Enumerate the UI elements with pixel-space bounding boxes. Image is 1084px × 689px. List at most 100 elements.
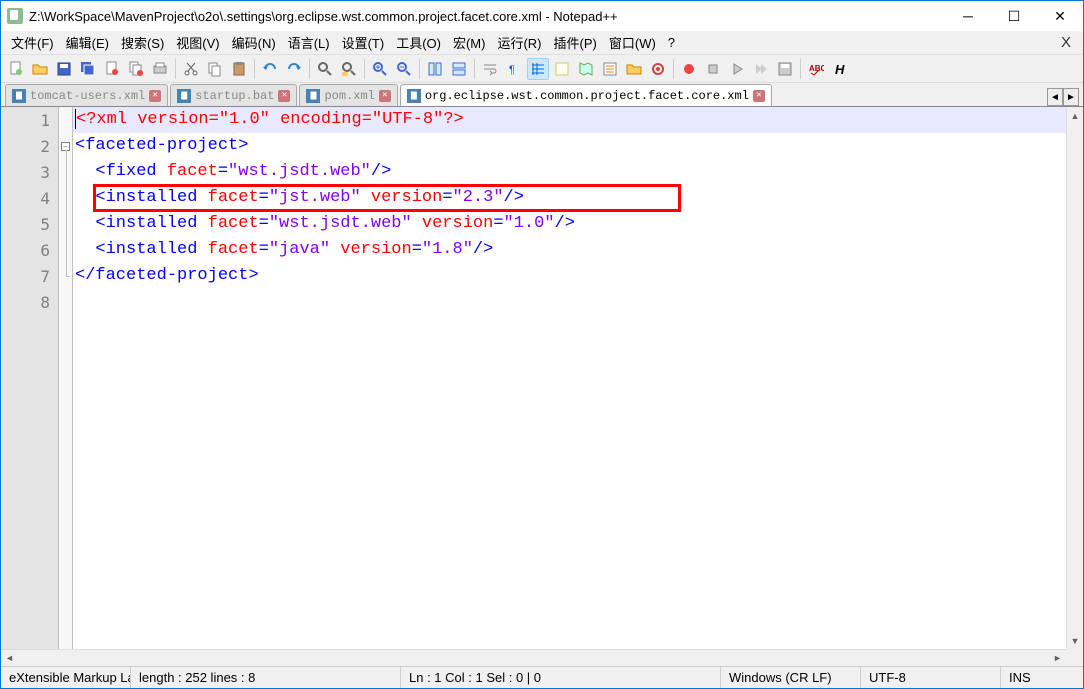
- titlebar[interactable]: Z:\WorkSpace\MavenProject\o2o\.settings\…: [1, 1, 1083, 31]
- svg-text:¶: ¶: [509, 64, 515, 76]
- tab-close-icon[interactable]: ✕: [379, 90, 391, 102]
- wordwrap-icon[interactable]: [479, 58, 501, 80]
- file-icon: [12, 89, 26, 103]
- fold-gutter[interactable]: −: [59, 107, 73, 649]
- menu-macro[interactable]: 宏(M): [447, 31, 492, 54]
- save-icon[interactable]: [53, 58, 75, 80]
- menu-close-icon[interactable]: X: [1053, 34, 1079, 51]
- tab-close-icon[interactable]: ✕: [149, 90, 161, 102]
- tab-label: startup.bat: [195, 89, 274, 103]
- paste-icon[interactable]: [228, 58, 250, 80]
- status-eol[interactable]: Windows (CR LF): [721, 667, 861, 688]
- statusbar: eXtensible Markup La length : 252 lines …: [1, 666, 1083, 688]
- line-number: 7: [1, 263, 58, 289]
- copy-icon[interactable]: [204, 58, 226, 80]
- record-macro-icon[interactable]: [678, 58, 700, 80]
- tab-close-icon[interactable]: ✕: [278, 90, 290, 102]
- scroll-left-icon[interactable]: ◄: [1, 650, 18, 666]
- scroll-down-icon[interactable]: ▼: [1067, 632, 1083, 649]
- file-icon: [306, 89, 320, 103]
- line-number: 5: [1, 211, 58, 237]
- toolbar: ¶ ABC H: [1, 55, 1083, 83]
- menu-run[interactable]: 运行(R): [491, 31, 547, 54]
- file-icon: [177, 89, 191, 103]
- vertical-scrollbar[interactable]: ▲ ▼: [1066, 107, 1083, 649]
- status-insert-mode[interactable]: INS: [1001, 667, 1083, 688]
- code-editor[interactable]: <?xml version="1.0" encoding="UTF-8"?> <…: [73, 107, 1066, 649]
- replace-icon[interactable]: [338, 58, 360, 80]
- find-icon[interactable]: [314, 58, 336, 80]
- tab-label: pom.xml: [324, 89, 374, 103]
- menu-search[interactable]: 搜索(S): [115, 31, 170, 54]
- maximize-button[interactable]: ☐: [991, 1, 1037, 31]
- status-position: Ln : 1 Col : 1 Sel : 0 | 0: [401, 667, 721, 688]
- doc-map-icon[interactable]: [575, 58, 597, 80]
- zoom-in-icon[interactable]: [369, 58, 391, 80]
- menu-settings[interactable]: 设置(T): [336, 31, 391, 54]
- redo-icon[interactable]: [283, 58, 305, 80]
- menu-encoding[interactable]: 编码(N): [226, 31, 282, 54]
- new-file-icon[interactable]: [5, 58, 27, 80]
- line-number: 6: [1, 237, 58, 263]
- close-file-icon[interactable]: [101, 58, 123, 80]
- tab-tomcat-users[interactable]: tomcat-users.xml ✕: [5, 84, 168, 106]
- scroll-right-icon[interactable]: ►: [1049, 650, 1066, 666]
- tab-facet-core-xml[interactable]: org.eclipse.wst.common.project.facet.cor…: [400, 84, 772, 106]
- ud-lang-icon[interactable]: [551, 58, 573, 80]
- show-all-chars-icon[interactable]: ¶: [503, 58, 525, 80]
- menu-tools[interactable]: 工具(O): [390, 31, 447, 54]
- menu-view[interactable]: 视图(V): [170, 31, 225, 54]
- play-macro-icon[interactable]: [726, 58, 748, 80]
- sync-v-icon[interactable]: [424, 58, 446, 80]
- line-number: 1: [1, 107, 58, 133]
- app-window: Z:\WorkSpace\MavenProject\o2o\.settings\…: [0, 0, 1084, 689]
- status-length: length : 252 lines : 8: [131, 667, 401, 688]
- tab-label: org.eclipse.wst.common.project.facet.cor…: [425, 89, 749, 103]
- print-icon[interactable]: [149, 58, 171, 80]
- sync-h-icon[interactable]: [448, 58, 470, 80]
- line-number: 4: [1, 185, 58, 211]
- menu-help[interactable]: ?: [662, 33, 681, 52]
- line-number: 3: [1, 159, 58, 185]
- svg-text:H: H: [835, 62, 845, 77]
- window-title: Z:\WorkSpace\MavenProject\o2o\.settings\…: [29, 9, 945, 24]
- horizontal-scrollbar[interactable]: ◄ ►: [1, 649, 1066, 666]
- minimize-button[interactable]: ─: [945, 1, 991, 31]
- save-all-icon[interactable]: [77, 58, 99, 80]
- line-number: 8: [1, 289, 58, 315]
- tab-next-icon[interactable]: ►: [1063, 88, 1079, 106]
- bold-h-icon[interactable]: H: [829, 58, 851, 80]
- svg-text:ABC: ABC: [809, 64, 824, 73]
- func-list-icon[interactable]: [599, 58, 621, 80]
- close-button[interactable]: ✕: [1037, 1, 1083, 31]
- cut-icon[interactable]: [180, 58, 202, 80]
- zoom-out-icon[interactable]: [393, 58, 415, 80]
- app-icon: [7, 8, 23, 24]
- menu-language[interactable]: 语言(L): [282, 31, 336, 54]
- stop-macro-icon[interactable]: [702, 58, 724, 80]
- tab-label: tomcat-users.xml: [30, 89, 145, 103]
- save-macro-icon[interactable]: [774, 58, 796, 80]
- monitor-icon[interactable]: [647, 58, 669, 80]
- menubar: 文件(F) 编辑(E) 搜索(S) 视图(V) 编码(N) 语言(L) 设置(T…: [1, 31, 1083, 55]
- open-file-icon[interactable]: [29, 58, 51, 80]
- close-all-icon[interactable]: [125, 58, 147, 80]
- tab-startup-bat[interactable]: startup.bat ✕: [170, 84, 297, 106]
- play-multi-icon[interactable]: [750, 58, 772, 80]
- tab-pom-xml[interactable]: pom.xml ✕: [299, 84, 397, 106]
- scroll-up-icon[interactable]: ▲: [1067, 107, 1083, 124]
- line-number-gutter[interactable]: 1 2 3 4 5 6 7 8: [1, 107, 59, 649]
- line-number: 2: [1, 133, 58, 159]
- file-icon: [407, 89, 421, 103]
- menu-file[interactable]: 文件(F): [5, 31, 60, 54]
- menu-window[interactable]: 窗口(W): [603, 31, 662, 54]
- tab-close-icon[interactable]: ✕: [753, 90, 765, 102]
- menu-plugins[interactable]: 插件(P): [548, 31, 603, 54]
- undo-icon[interactable]: [259, 58, 281, 80]
- tab-prev-icon[interactable]: ◄: [1047, 88, 1063, 106]
- status-encoding[interactable]: UTF-8: [861, 667, 1001, 688]
- menu-edit[interactable]: 编辑(E): [60, 31, 115, 54]
- indent-guide-icon[interactable]: [527, 58, 549, 80]
- spellcheck-icon[interactable]: ABC: [805, 58, 827, 80]
- folder-icon[interactable]: [623, 58, 645, 80]
